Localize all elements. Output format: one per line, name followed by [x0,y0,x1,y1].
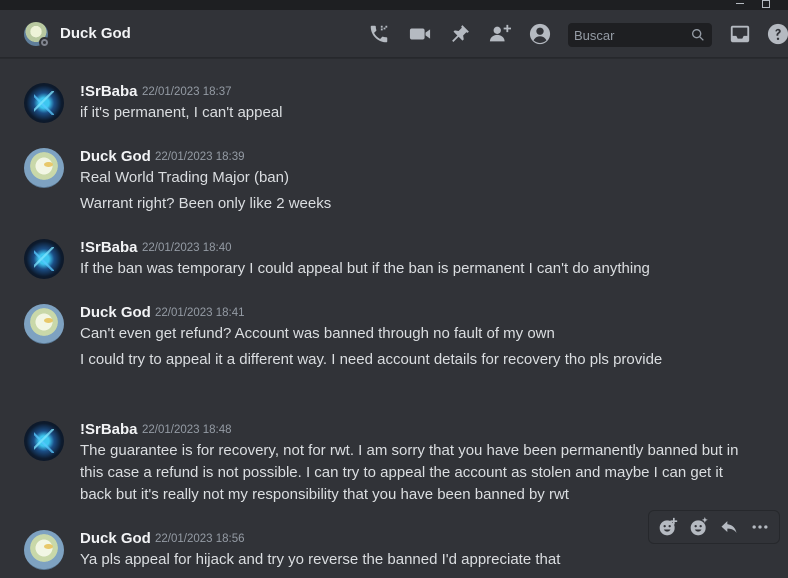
search-icon [690,27,706,43]
message-author[interactable]: !SrBaba [80,239,138,256]
message-author[interactable]: !SrBaba [80,421,138,438]
avatar[interactable] [24,83,64,123]
user-profile-icon[interactable] [528,22,552,46]
message-timestamp: 22/01/2023 18:41 [155,307,245,319]
phone-call-icon[interactable] [367,22,391,46]
message-author[interactable]: Duck God [80,148,151,165]
message-text: if it's permanent, I can't appeal [80,104,283,121]
minimize-window-icon[interactable] [735,0,745,8]
message-text: Warrant right? Been only like 2 weeks [80,195,332,212]
message-author[interactable]: Duck God [80,304,151,321]
help-icon[interactable] [766,22,788,46]
avatar[interactable] [24,304,64,344]
offline-status-icon [39,37,50,48]
inbox-icon[interactable] [728,22,752,46]
message-author[interactable]: Duck God [80,530,151,547]
message-text: Real World Trading Major (ban) [80,169,289,186]
search-input[interactable]: Buscar [568,23,712,47]
reply-icon[interactable] [717,515,741,539]
message-text: Ya pls appeal for hijack and try yo reve… [80,551,561,568]
avatar[interactable] [24,421,64,461]
video-camera-icon[interactable] [408,22,432,46]
add-user-icon[interactable] [488,22,512,46]
search-placeholder: Buscar [574,28,615,43]
avatar[interactable] [24,530,64,570]
message-text: Can't even get refund? Account was banne… [80,325,555,342]
pin-icon[interactable] [448,22,472,46]
message-author[interactable]: !SrBaba [80,83,138,100]
avatar[interactable] [24,148,64,188]
super-reaction-icon[interactable] [687,515,711,539]
message-timestamp: 22/01/2023 18:39 [155,151,245,163]
message-timestamp: 22/01/2023 18:48 [142,424,232,436]
avatar[interactable] [24,239,64,279]
channel-header: Duck God Buscar [0,10,788,58]
dm-title[interactable]: Duck God [60,25,131,42]
message-timestamp: 22/01/2023 18:37 [142,86,232,98]
message-text: If the ban was temporary I could appeal … [80,260,650,277]
add-reaction-icon[interactable] [656,515,680,539]
message-list: !SrBaba 22/01/2023 18:37 if it's permane… [0,59,788,578]
more-options-icon[interactable] [748,515,772,539]
message-text: I could try to appeal it a different way… [80,351,663,368]
message-timestamp: 22/01/2023 18:56 [155,533,245,545]
message-timestamp: 22/01/2023 18:40 [142,242,232,254]
message-text: The guarantee is for recovery, not for r… [80,442,739,503]
maximize-window-icon[interactable] [761,0,771,8]
window-titlebar [0,0,788,10]
message-hover-toolbar [648,510,780,544]
